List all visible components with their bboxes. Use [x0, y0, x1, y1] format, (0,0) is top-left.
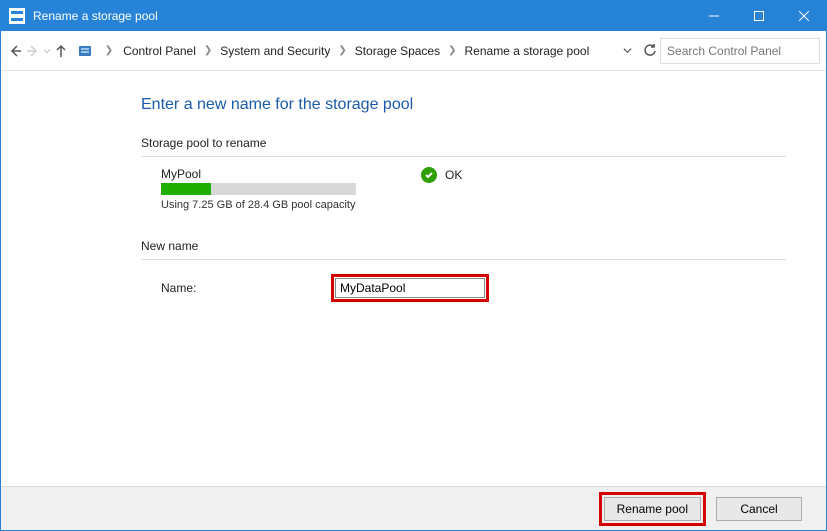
search-box[interactable] [660, 38, 820, 64]
nav-back-button[interactable] [7, 38, 23, 64]
pool-name: MyPool [161, 167, 421, 181]
app-icon [9, 8, 25, 24]
chevron-right-icon: ❯ [99, 45, 119, 56]
titlebar: Rename a storage pool [1, 1, 826, 31]
section-label-newname: New name [141, 239, 826, 253]
nav-recent-button[interactable] [43, 38, 51, 64]
cancel-button[interactable]: Cancel [716, 497, 802, 521]
chevron-right-icon: ❯ [444, 45, 460, 56]
chevron-right-icon: ❯ [334, 45, 350, 56]
ok-check-icon [421, 167, 437, 183]
minimize-button[interactable] [691, 1, 736, 31]
breadcrumb-item[interactable]: Control Panel [119, 44, 200, 58]
name-field-label: Name: [161, 281, 331, 295]
capacity-bar-fill [161, 183, 211, 195]
pool-name-input[interactable] [335, 278, 485, 298]
divider [141, 259, 786, 260]
page-title: Enter a new name for the storage pool [141, 96, 826, 114]
section-label-rename: Storage pool to rename [141, 136, 826, 150]
highlight-box [331, 274, 489, 302]
footer: Rename pool Cancel [1, 486, 826, 530]
name-row: Name: [161, 274, 826, 302]
search-input[interactable] [667, 44, 822, 58]
pool-status: OK [421, 167, 462, 183]
pool-info-row: MyPool Using 7.25 GB of 28.4 GB pool cap… [161, 167, 826, 211]
capacity-text: Using 7.25 GB of 28.4 GB pool capacity [161, 199, 421, 211]
capacity-bar [161, 183, 356, 195]
window-controls [691, 1, 826, 31]
content-area: Enter a new name for the storage pool St… [1, 76, 826, 486]
nav-forward-button[interactable] [25, 38, 41, 64]
breadcrumb-item[interactable]: Storage Spaces [351, 44, 444, 58]
refresh-button[interactable] [642, 38, 658, 64]
close-button[interactable] [781, 1, 826, 31]
status-text: OK [445, 168, 462, 182]
breadcrumb-item[interactable]: System and Security [216, 44, 334, 58]
nav-up-button[interactable] [53, 38, 69, 64]
chevron-right-icon: ❯ [200, 45, 216, 56]
navbar: ❯ Control Panel ❯ System and Security ❯ … [1, 31, 826, 71]
breadcrumb-item[interactable]: Rename a storage pool [461, 44, 594, 58]
divider [141, 156, 786, 157]
rename-pool-button[interactable]: Rename pool [604, 497, 701, 521]
maximize-button[interactable] [736, 1, 781, 31]
breadcrumb[interactable]: ❯ Control Panel ❯ System and Security ❯ … [99, 38, 632, 64]
address-icon [77, 42, 93, 60]
highlight-box: Rename pool [599, 492, 706, 526]
window-title: Rename a storage pool [33, 9, 158, 23]
chevron-down-icon[interactable] [623, 44, 632, 58]
